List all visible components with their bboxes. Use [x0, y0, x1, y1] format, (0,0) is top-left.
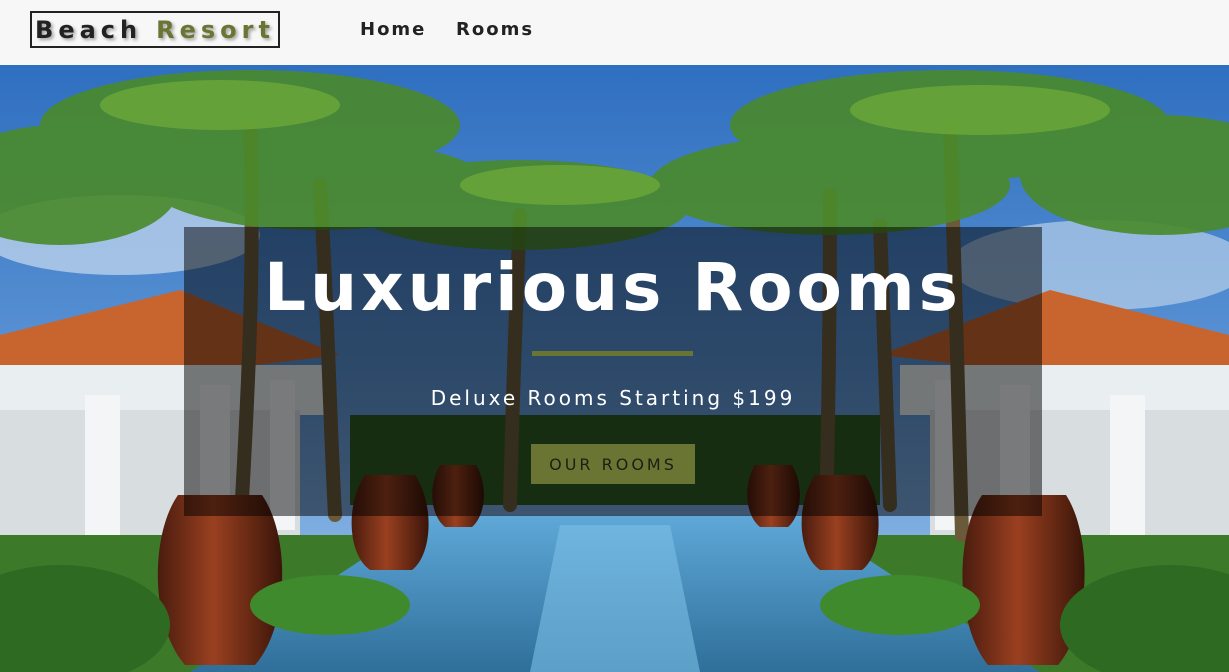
logo-word-beach: Beach [35, 15, 143, 44]
nav-link-home[interactable]: Home [360, 19, 426, 40]
hero-title: Luxurious Rooms [264, 249, 962, 326]
nav-link-rooms[interactable]: Rooms [456, 19, 534, 40]
title-underline [532, 351, 693, 356]
our-rooms-button[interactable]: OUR ROOMS [531, 444, 695, 484]
navbar: Beach Resort Home Rooms [0, 0, 1229, 65]
hero-subtitle: Deluxe Rooms Starting $199 [430, 386, 796, 410]
logo-word-resort: Resort [156, 15, 275, 44]
site-logo[interactable]: Beach Resort [30, 11, 280, 48]
hero-section: Luxurious Rooms Deluxe Rooms Starting $1… [0, 65, 1229, 672]
hero-banner: Luxurious Rooms Deluxe Rooms Starting $1… [184, 227, 1042, 516]
